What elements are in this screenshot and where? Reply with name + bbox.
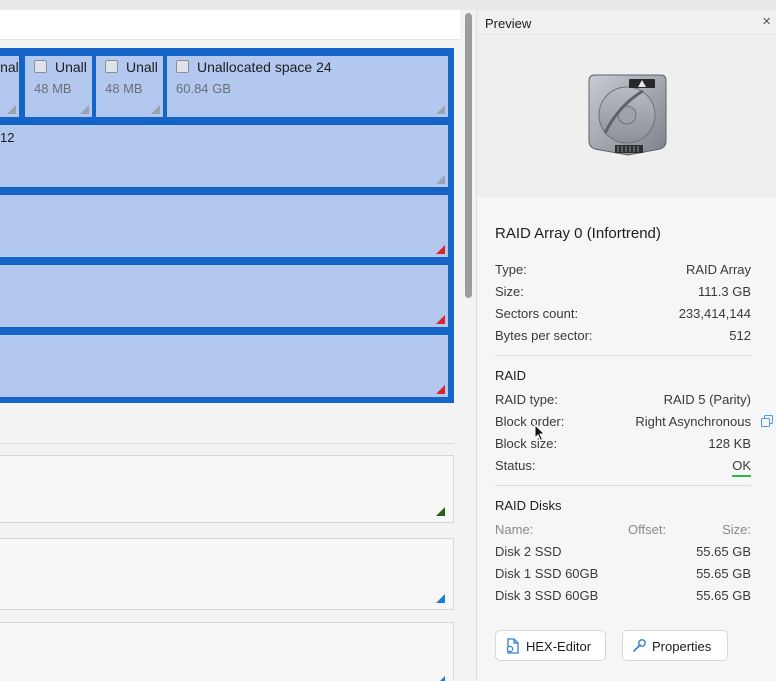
scrollbar-thumb[interactable] [465, 13, 472, 298]
array-row[interactable] [0, 335, 448, 397]
info-value: RAID Array [685, 262, 751, 277]
info-key: Type: [495, 262, 527, 277]
row-marker [436, 175, 445, 184]
array-row[interactable] [0, 125, 448, 187]
mouse-cursor-icon [534, 424, 546, 442]
section-title-raid: RAID [495, 368, 527, 383]
row-marker [436, 245, 445, 254]
partition-block[interactable]: Unall B [0, 56, 19, 117]
table-header: Name: Offset: Size: [495, 519, 751, 541]
wrench-icon [633, 639, 646, 652]
info-row-size: Size: 111.3 GB [495, 281, 751, 303]
info-key: Bytes per sector: [495, 328, 593, 343]
info-value: 233,414,144 [678, 306, 751, 321]
partition-marker [151, 105, 160, 114]
top-strip [0, 0, 476, 10]
info-row-raid-type: RAID type: RAID 5 (Parity) [495, 389, 751, 411]
raid-disks-table: Name: Offset: Size: Disk 2 SSD 55.65 GB … [495, 519, 751, 607]
partition-marker [436, 105, 445, 114]
disk-size: 55.65 GB [696, 544, 751, 559]
disk-block[interactable] [0, 622, 454, 681]
partition-icon [105, 60, 118, 73]
preview-panel-header: Preview × [477, 10, 776, 35]
hard-drive-icon [588, 74, 667, 156]
map-header-bar [0, 10, 460, 40]
info-key: Sectors count: [495, 306, 579, 321]
disk-block[interactable] [0, 455, 454, 523]
info-row-type: Type: RAID Array [495, 259, 751, 281]
info-value: 512 [729, 328, 751, 343]
info-key: RAID type: [495, 392, 558, 407]
info-value: Right Asynchronous [635, 414, 751, 429]
partition-size: 48 MB [34, 81, 72, 96]
properties-label: Properties [652, 639, 712, 654]
partition-block[interactable]: Unallocated space 24 60.84 GB [167, 56, 448, 117]
partition-block[interactable]: Unall 48 MB [25, 56, 92, 117]
info-key: Size: [495, 284, 524, 299]
array-row[interactable] [0, 195, 448, 257]
array-row[interactable] [0, 265, 448, 327]
partition-icon [176, 60, 189, 73]
partition-marker [80, 105, 89, 114]
app-window: Unall B Unall 48 MB Unall 48 MB Unalloca… [0, 0, 776, 681]
copy-icon[interactable] [761, 415, 773, 427]
disk-size: 55.65 GB [696, 588, 751, 603]
row-label: 12 [0, 130, 15, 145]
info-row-sectors: Sectors count: 233,414,144 [495, 303, 751, 325]
info-value: 128 KB [708, 436, 751, 451]
disk-marker [436, 507, 445, 516]
properties-button[interactable]: Properties [622, 630, 728, 661]
partition-label-group: Unall [105, 59, 158, 75]
info-key: Block size: [495, 436, 558, 451]
general-info: Type: RAID Array Size: 111.3 GB Sectors … [495, 259, 751, 347]
section-title-raid-disks: RAID Disks [495, 498, 562, 513]
disk-block[interactable] [0, 538, 454, 610]
divider [0, 443, 454, 444]
hex-editor-button[interactable]: HEX-Editor [495, 630, 606, 661]
partition-name: Unall [126, 59, 158, 75]
panel-top-strip [476, 0, 776, 10]
partition-marker [7, 105, 16, 114]
table-row[interactable]: Disk 3 SSD 60GB 55.65 GB [495, 585, 751, 607]
disk-marker [436, 676, 445, 681]
status-ok: OK [732, 457, 751, 477]
panel-title: Preview [485, 16, 532, 31]
column-header-offset: Offset: [628, 522, 667, 537]
preview-panel: Preview × RAID Array 0 (Infortrend) Type… [476, 10, 776, 681]
divider [495, 355, 751, 356]
column-header-name: Name: [495, 522, 534, 537]
partition-label-group: Unall [34, 59, 87, 75]
disk-name: Disk 1 SSD 60GB [495, 566, 599, 581]
column-header-size: Size: [722, 522, 751, 537]
disk-map-area: Unall B Unall 48 MB Unall 48 MB Unalloca… [0, 0, 476, 681]
hex-editor-label: HEX-Editor [526, 639, 592, 654]
close-icon[interactable]: × [762, 13, 771, 30]
info-value: RAID 5 (Parity) [663, 392, 751, 407]
preview-image-area [477, 35, 776, 197]
info-row-status: Status: OK [495, 455, 751, 477]
row-marker [436, 315, 445, 324]
info-row-bytes: Bytes per sector: 512 [495, 325, 751, 347]
partition-icon [34, 60, 47, 73]
partition-name: Unall [0, 59, 19, 75]
array-title: RAID Array 0 (Infortrend) [495, 225, 661, 242]
disk-name: Disk 2 SSD [495, 544, 562, 559]
partition-size: 60.84 GB [176, 81, 231, 96]
partition-name: Unall [55, 59, 87, 75]
table-row[interactable]: Disk 2 SSD 55.65 GB [495, 541, 751, 563]
hex-file-icon [506, 638, 519, 654]
partition-label-group: Unallocated space 24 [176, 59, 332, 75]
divider [495, 485, 751, 486]
disk-marker [436, 594, 445, 603]
info-value: 111.3 GB [698, 284, 751, 299]
row-marker [436, 385, 445, 394]
disk-size: 55.65 GB [696, 566, 751, 581]
partition-block[interactable]: Unall 48 MB [96, 56, 163, 117]
info-key: Status: [495, 458, 536, 473]
table-row[interactable]: Disk 1 SSD 60GB 55.65 GB [495, 563, 751, 585]
partition-size: 48 MB [105, 81, 143, 96]
info-key: Block order: [495, 414, 565, 429]
disk-name: Disk 3 SSD 60GB [495, 588, 599, 603]
partition-name: Unallocated space 24 [197, 59, 332, 75]
